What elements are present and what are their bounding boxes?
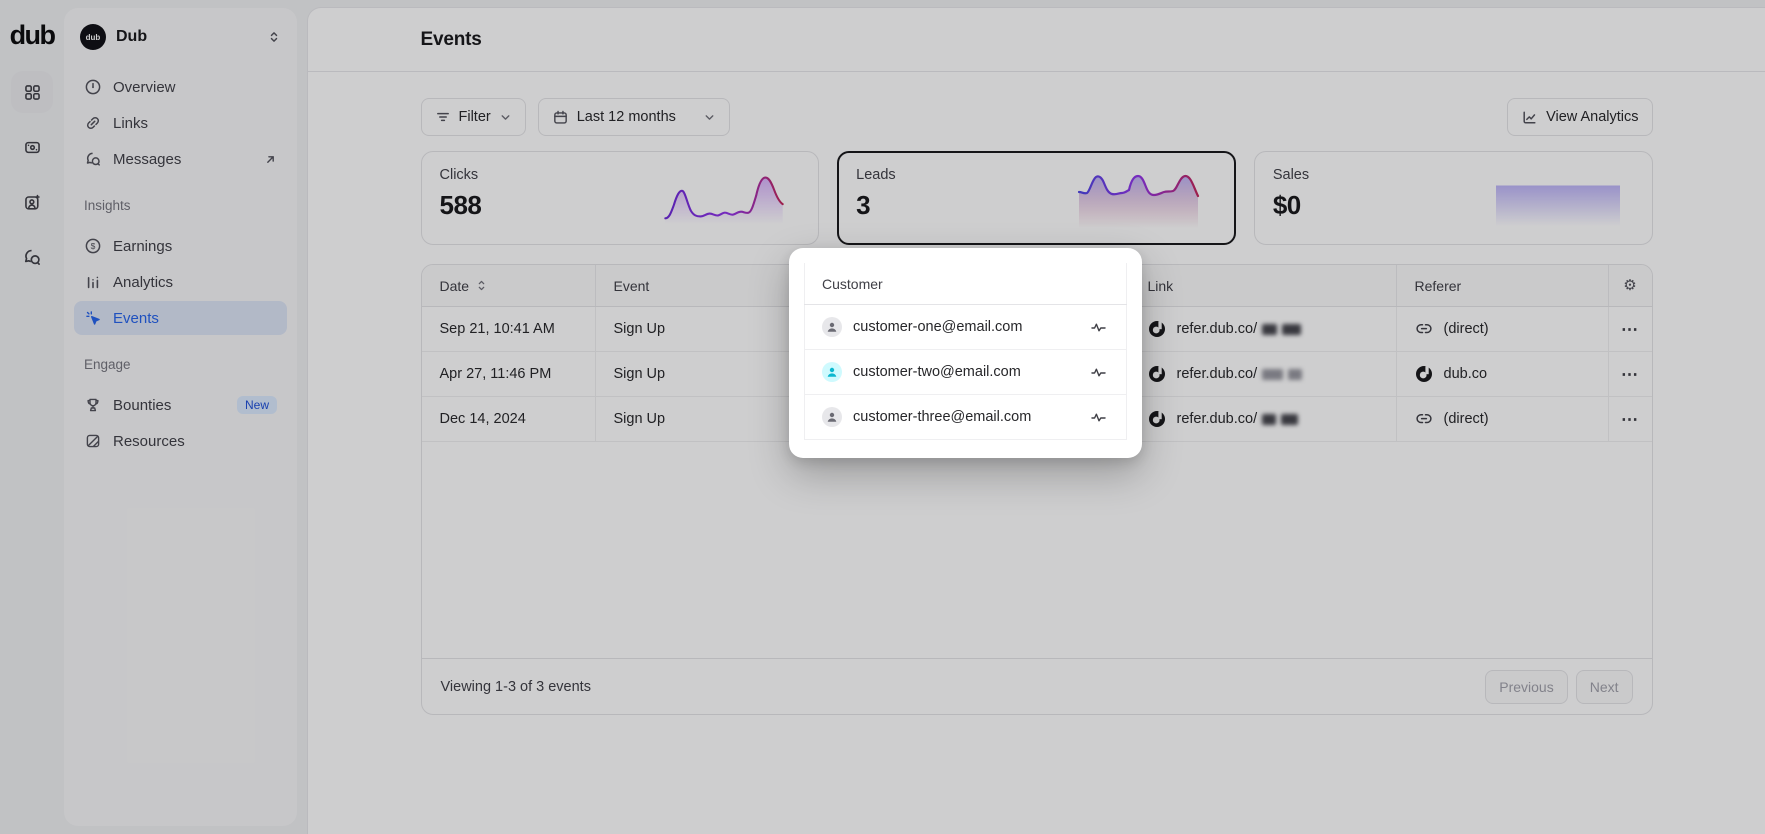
spotlight-customer-row[interactable]: customer-one@email.com xyxy=(804,305,1127,350)
spotlight-customer-row[interactable]: customer-three@email.com xyxy=(804,395,1127,440)
spotlight-customer-row[interactable]: customer-two@email.com xyxy=(804,350,1127,395)
app-screen: dub dub Dub Overview Links Messages Insi… xyxy=(0,0,1765,834)
customer-email: customer-three@email.com xyxy=(853,409,1032,425)
customer-email: customer-one@email.com xyxy=(853,319,1023,335)
customer-email: customer-two@email.com xyxy=(853,364,1021,380)
activity-icon xyxy=(1091,367,1109,378)
customer-column-spotlight: Customer customer-one@email.com customer… xyxy=(789,248,1142,458)
customer-avatar-icon xyxy=(822,362,842,382)
activity-icon xyxy=(1091,412,1109,423)
customer-avatar-icon xyxy=(822,317,842,337)
spotlight-column-header: Customer xyxy=(804,263,1127,305)
activity-icon xyxy=(1091,322,1109,333)
customer-avatar-icon xyxy=(822,407,842,427)
